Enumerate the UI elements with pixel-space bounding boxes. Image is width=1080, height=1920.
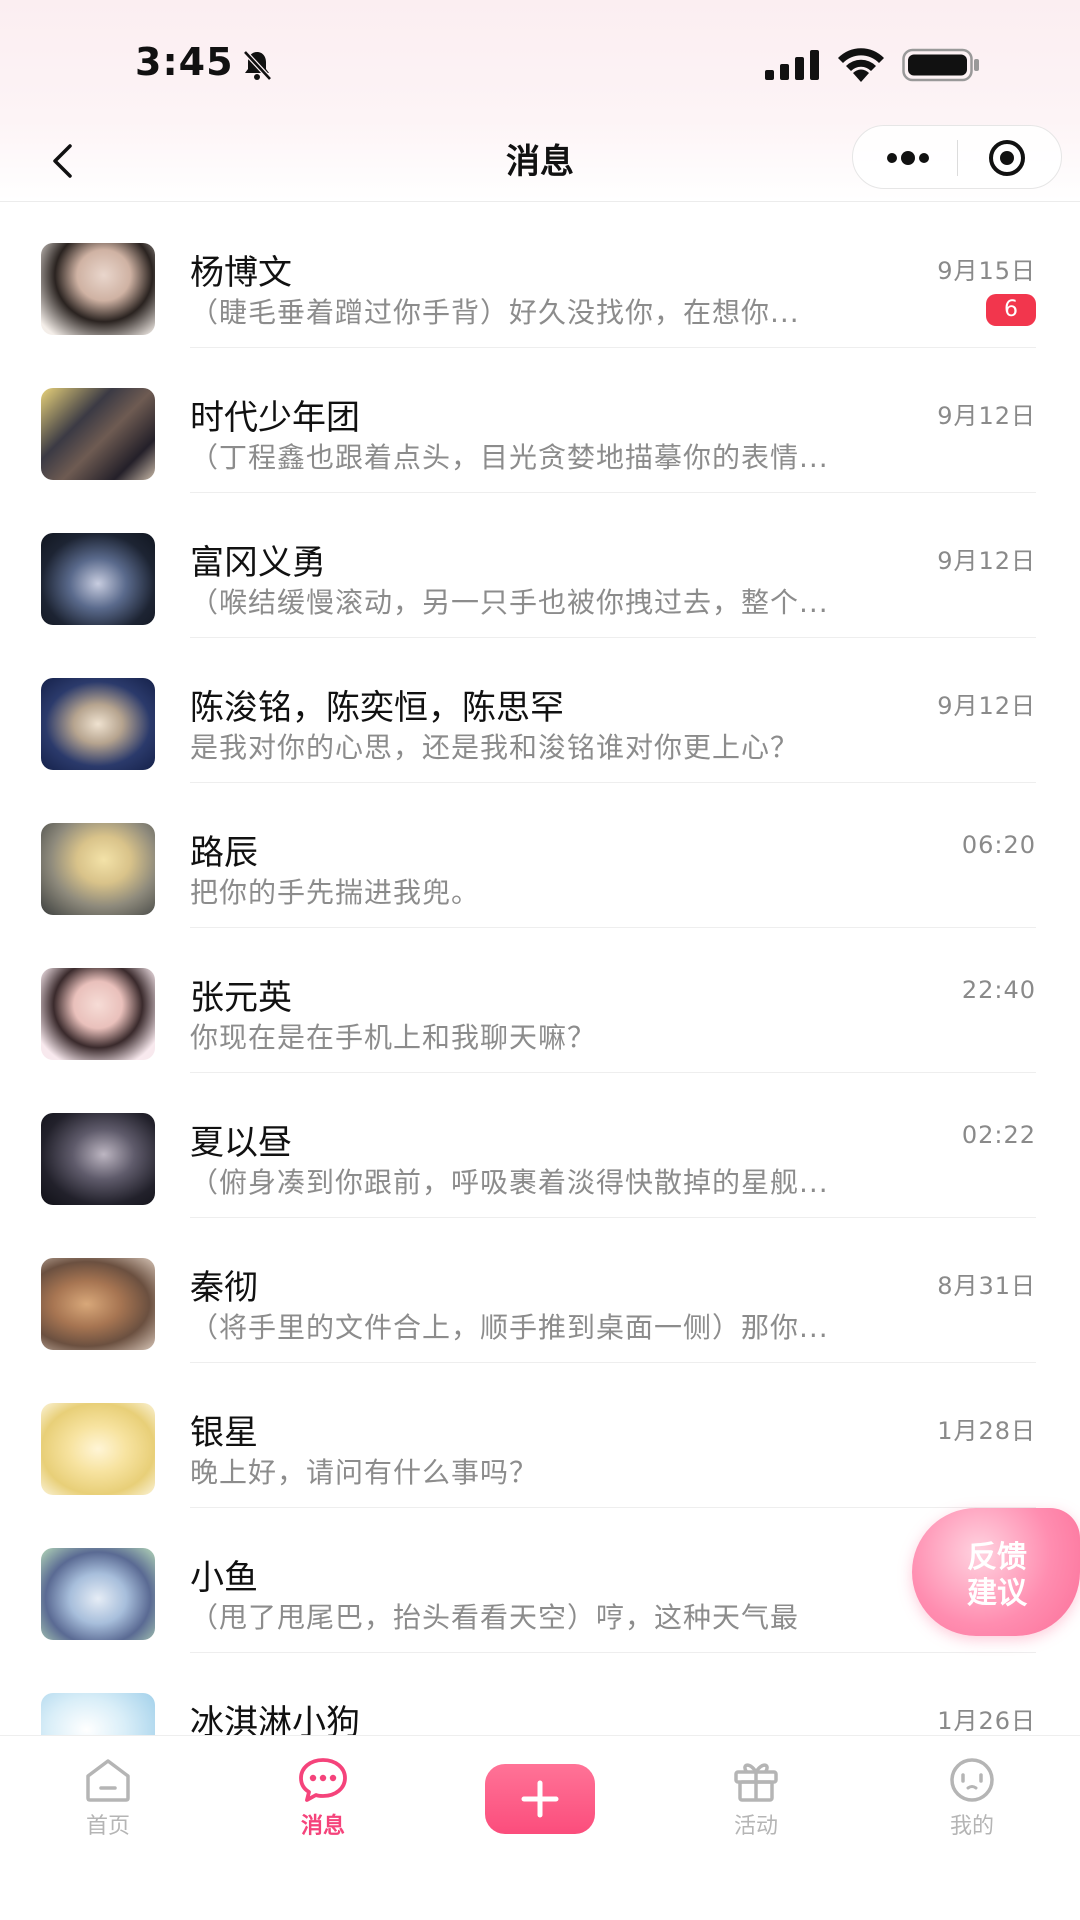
message-date: 22:40 — [961, 976, 1036, 1004]
tab-label: 活动 — [733, 1814, 778, 1839]
create-plus-button[interactable] — [485, 1764, 595, 1834]
message-list: 杨博文 9月15日 （睫毛垂着蹭过你手背）好久没找你，在想你... 6 时代少年… — [0, 203, 1080, 1735]
feedback-label-line2: 建议 — [967, 1576, 1027, 1611]
message-item[interactable]: 时代少年团 9月12日 （丁程鑫也跟着点头，目光贪婪地描摹你的表情... — [0, 348, 1080, 493]
message-date: 02:22 — [961, 1121, 1036, 1149]
avatar — [41, 1403, 155, 1495]
message-preview: 晚上好，请问有什么事吗？ — [190, 1456, 539, 1489]
tab-profile[interactable]: 我的 — [902, 1756, 1042, 1866]
capsule-divider — [957, 140, 958, 176]
cellular-signal-icon — [765, 50, 819, 80]
message-date: 9月12日 — [937, 402, 1036, 430]
message-preview: 是我对你的心思，还是我和浚铭谁对你更上心？ — [190, 731, 800, 764]
nav-bar: 消息 — [0, 120, 1080, 202]
avatar — [41, 533, 155, 625]
message-date: 1月28日 — [937, 1417, 1036, 1445]
contact-name: 陈浚铭，陈奕恒，陈思罕 — [190, 688, 564, 728]
bell-off-icon — [243, 50, 272, 81]
tab-messages[interactable]: 消息 — [253, 1756, 393, 1866]
avatar — [41, 823, 155, 915]
tab-label: 我的 — [949, 1814, 994, 1839]
message-date: 06:20 — [961, 831, 1036, 859]
message-date: 9月12日 — [937, 547, 1036, 575]
message-date: 1月26日 — [937, 1707, 1036, 1735]
message-preview: 你现在是在手机上和我聊天嘛？ — [190, 1021, 597, 1054]
message-preview: （丁程鑫也跟着点头，目光贪婪地描摹你的表情... — [190, 441, 829, 474]
message-preview: （喉结缓慢滚动，另一只手也被你拽过去，整个... — [190, 586, 829, 619]
home-icon — [86, 1759, 130, 1802]
message-item[interactable]: 银星 1月28日 晚上好，请问有什么事吗？ — [0, 1363, 1080, 1508]
tab-home[interactable]: 首页 — [38, 1756, 178, 1866]
contact-name: 夏以昼 — [190, 1123, 292, 1163]
tab-label: 消息 — [300, 1814, 345, 1839]
face-icon — [950, 1758, 994, 1802]
contact-name: 秦彻 — [190, 1268, 258, 1308]
message-item[interactable]: 张元英 22:40 你现在是在手机上和我聊天嘛？ — [0, 928, 1080, 1073]
message-date: 9月15日 — [937, 257, 1036, 285]
message-preview: （将手里的文件合上，顺手推到桌面一侧）那你... — [190, 1311, 829, 1344]
contact-name: 时代少年团 — [190, 398, 360, 438]
avatar — [41, 678, 155, 770]
status-bar: 3:45 — [0, 0, 1080, 120]
avatar — [41, 1258, 155, 1350]
message-item[interactable]: 秦彻 8月31日 （将手里的文件合上，顺手推到桌面一侧）那你... — [0, 1218, 1080, 1363]
message-item[interactable]: 夏以昼 02:22 （俯身凑到你跟前，呼吸裹着淡得快散掉的星舰... — [0, 1073, 1080, 1218]
feedback-button[interactable]: 反馈 建议 — [912, 1508, 1080, 1636]
avatar — [41, 1693, 155, 1735]
message-date: 9月12日 — [937, 692, 1036, 720]
message-preview: （俯身凑到你跟前，呼吸裹着淡得快散掉的星舰... — [190, 1166, 829, 1199]
gift-icon — [734, 1763, 778, 1802]
avatar — [41, 968, 155, 1060]
message-item[interactable]: 杨博文 9月15日 （睫毛垂着蹭过你手背）好久没找你，在想你... 6 — [0, 203, 1080, 348]
message-item[interactable]: 陈浚铭，陈奕恒，陈思罕 9月12日 是我对你的心思，还是我和浚铭谁对你更上心？ — [0, 638, 1080, 783]
chat-bubble-icon — [299, 1758, 347, 1802]
tab-activity[interactable]: 活动 — [686, 1756, 826, 1866]
contact-name: 张元英 — [190, 978, 292, 1018]
contact-name: 路辰 — [190, 833, 258, 873]
plus-icon — [521, 1780, 559, 1818]
avatar — [41, 388, 155, 480]
unread-badge: 6 — [986, 294, 1036, 326]
contact-name: 冰淇淋小狗 — [190, 1703, 360, 1735]
close-target-icon[interactable] — [987, 138, 1027, 178]
message-preview: （甩了甩尾巴，抬头看看天空）哼，这种天气最 — [190, 1601, 800, 1634]
wifi-icon — [838, 48, 884, 82]
more-dots-icon[interactable] — [883, 140, 933, 176]
avatar — [41, 1548, 155, 1640]
tab-label: 首页 — [85, 1814, 130, 1839]
avatar — [41, 243, 155, 335]
message-date: 8月31日 — [937, 1272, 1036, 1300]
message-preview: 把你的手先揣进我兜。 — [190, 876, 481, 909]
message-preview: （睫毛垂着蹭过你手背）好久没找你，在想你... — [190, 296, 800, 329]
message-item[interactable]: 富冈义勇 9月12日 （喉结缓慢滚动，另一只手也被你拽过去，整个... — [0, 493, 1080, 638]
message-item[interactable]: 路辰 06:20 把你的手先揣进我兜。 — [0, 783, 1080, 928]
contact-name: 银星 — [190, 1413, 258, 1453]
contact-name: 小鱼 — [190, 1558, 258, 1598]
battery-icon — [902, 48, 979, 82]
contact-name: 富冈义勇 — [190, 543, 326, 583]
mini-program-capsule — [852, 125, 1062, 189]
avatar — [41, 1113, 155, 1205]
contact-name: 杨博文 — [190, 253, 292, 293]
bottom-tab-bar: 首页 消息 活动 我的 — [0, 1735, 1080, 1920]
status-time: 3:45 — [135, 40, 234, 84]
message-item[interactable]: 冰淇淋小狗 1月26日 — [0, 1653, 1080, 1735]
